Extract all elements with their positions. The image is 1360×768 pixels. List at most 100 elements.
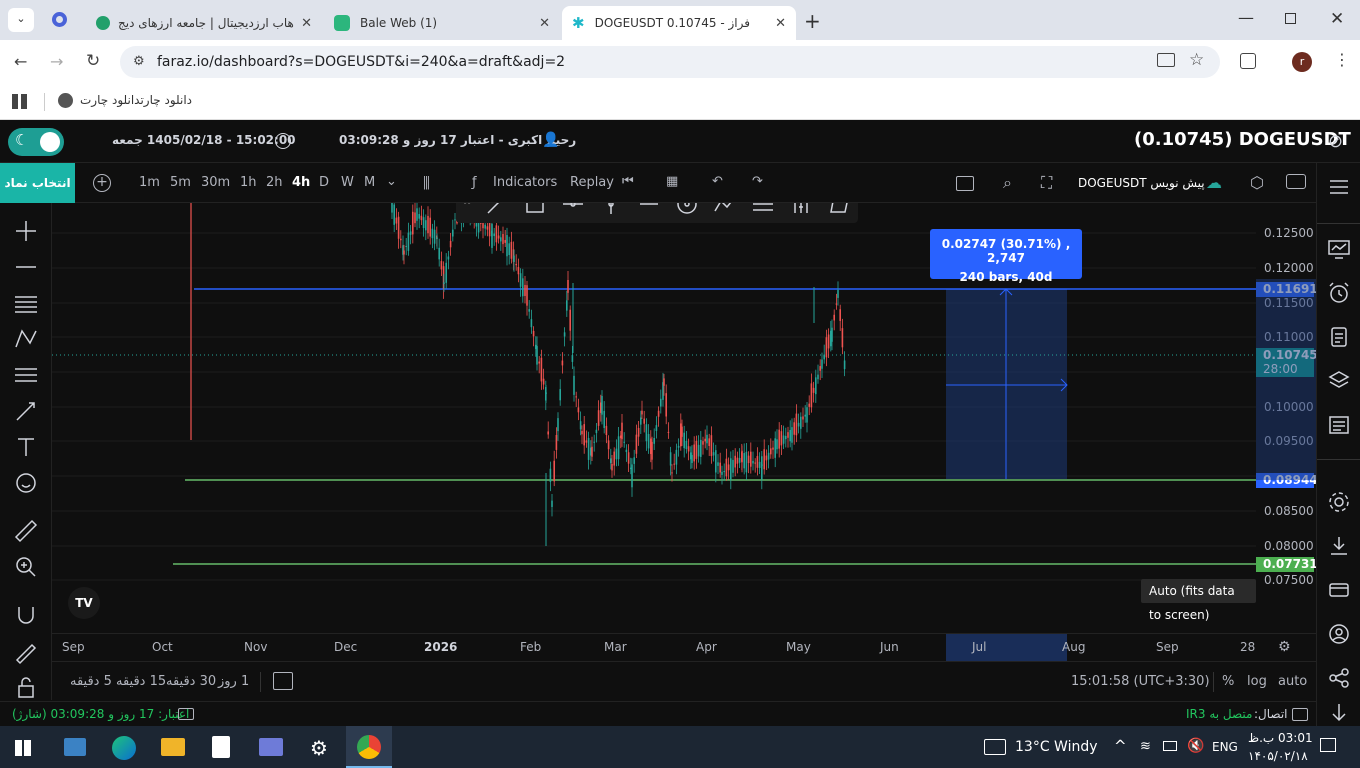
text-icon[interactable] bbox=[12, 433, 40, 461]
ruler-icon[interactable] bbox=[12, 517, 40, 545]
news-widget-icon[interactable] bbox=[984, 739, 1006, 755]
polygon-tool-icon[interactable] bbox=[828, 203, 850, 215]
trendline-icon[interactable] bbox=[12, 253, 40, 281]
candles-icon[interactable]: ⫼ bbox=[423, 174, 430, 192]
date-range-icon[interactable] bbox=[273, 672, 293, 690]
close-icon[interactable]: ✕ bbox=[301, 16, 312, 31]
interval-1h[interactable]: 1h bbox=[240, 175, 257, 190]
volume-muted-icon[interactable]: 🔇 bbox=[1187, 738, 1204, 754]
interval-5m[interactable]: 5m bbox=[170, 175, 191, 190]
chevron-down-icon[interactable]: ⌄ bbox=[386, 174, 397, 189]
replay-icon[interactable]: ⏮ bbox=[622, 174, 634, 189]
bookmark-link[interactable]: دانلود چارتدانلود چارت bbox=[80, 93, 192, 107]
brush-icon[interactable] bbox=[12, 397, 40, 425]
share-icon[interactable] bbox=[1327, 666, 1351, 690]
price-axis[interactable]: 0.12500 0.12000 0.11500 0.11000 0.10000 … bbox=[1256, 203, 1318, 633]
tradingview-logo[interactable]: TV bbox=[68, 587, 100, 619]
draft-label[interactable]: DOGEUSDT پیش نویس bbox=[1078, 176, 1205, 190]
interval-w[interactable]: W bbox=[341, 175, 354, 190]
pencil-lock-icon[interactable] bbox=[12, 637, 40, 665]
back-icon[interactable]: ← bbox=[14, 52, 27, 71]
restore-icon[interactable] bbox=[1285, 13, 1296, 24]
select-symbol-button[interactable]: انتخاب نماد bbox=[0, 163, 75, 203]
battery-icon[interactable] bbox=[1163, 741, 1177, 751]
network-admin-icon[interactable] bbox=[259, 738, 283, 756]
pattern-icon[interactable] bbox=[12, 325, 40, 353]
hline-tool-icon[interactable] bbox=[562, 203, 584, 215]
axis-settings-icon[interactable]: ⚙ bbox=[1278, 639, 1291, 655]
arrow-down-icon[interactable] bbox=[1327, 700, 1351, 724]
interval-30m[interactable]: 30m bbox=[201, 175, 230, 190]
chevron-up-icon[interactable]: ^ bbox=[1114, 737, 1127, 755]
theme-toggle[interactable]: ☾ bbox=[8, 128, 64, 156]
camera-icon[interactable] bbox=[1286, 174, 1306, 189]
auto-toggle[interactable]: auto bbox=[1278, 674, 1307, 689]
indicators-button[interactable]: Indicators bbox=[493, 175, 557, 190]
apps-grid-icon[interactable] bbox=[12, 94, 27, 109]
wifi-icon[interactable]: ≋ bbox=[1140, 739, 1151, 754]
line-tool-icon[interactable] bbox=[486, 203, 508, 215]
channel-icon[interactable] bbox=[12, 361, 40, 389]
file-explorer-icon[interactable] bbox=[161, 738, 185, 756]
interval-d[interactable]: D bbox=[319, 175, 329, 190]
range-5min[interactable]: 5 دقیقه bbox=[70, 674, 112, 689]
rect-tool-icon[interactable] bbox=[524, 203, 546, 215]
vline-tool-icon[interactable] bbox=[600, 203, 622, 215]
notes-icon[interactable] bbox=[1327, 325, 1351, 349]
layers-icon[interactable] bbox=[1327, 369, 1351, 393]
parallel-tool-icon[interactable] bbox=[752, 203, 774, 215]
interval-4h-active[interactable]: 4h bbox=[292, 175, 310, 190]
site-info-icon[interactable]: ⚙ bbox=[133, 46, 145, 78]
hamburger-menu-icon[interactable] bbox=[1327, 175, 1351, 199]
replay-button[interactable]: Replay bbox=[570, 175, 614, 190]
fullscreen-icon[interactable]: ⛶ bbox=[1041, 173, 1052, 193]
weather-text[interactable]: 13°C Windy bbox=[1015, 739, 1098, 755]
edge-icon[interactable] bbox=[112, 736, 136, 760]
percent-toggle[interactable]: % bbox=[1222, 674, 1234, 689]
install-app-icon[interactable] bbox=[1157, 53, 1175, 67]
redo-icon[interactable]: ↷ bbox=[752, 174, 763, 189]
add-symbol-icon[interactable]: + bbox=[93, 174, 111, 192]
forward-icon[interactable]: → bbox=[50, 52, 63, 71]
card-icon[interactable] bbox=[1327, 578, 1351, 602]
log-toggle[interactable]: log bbox=[1247, 674, 1267, 689]
range-30min[interactable]: 30 دقیقه bbox=[166, 674, 216, 689]
chrome-taskbar-button[interactable] bbox=[346, 726, 392, 768]
notepad-icon[interactable] bbox=[212, 736, 230, 758]
control-panel-icon[interactable] bbox=[64, 738, 86, 756]
range-1day[interactable]: 1 روز bbox=[218, 674, 249, 689]
windows-start-icon[interactable] bbox=[15, 740, 31, 756]
server-icon[interactable] bbox=[1292, 708, 1308, 721]
user-icon[interactable]: 👤 bbox=[542, 132, 559, 148]
tab-search-button[interactable]: ⌄ bbox=[8, 8, 34, 32]
fx-icon[interactable]: ƒ bbox=[472, 175, 477, 190]
new-tab-button[interactable]: + bbox=[804, 9, 821, 33]
download-icon[interactable] bbox=[1327, 534, 1351, 558]
emoji-icon[interactable] bbox=[12, 469, 40, 497]
monitor-chart-icon[interactable] bbox=[1327, 237, 1351, 261]
close-icon[interactable]: ✕ bbox=[1330, 9, 1344, 29]
rectangle-icon[interactable] bbox=[956, 176, 974, 191]
notifications-icon[interactable] bbox=[1320, 738, 1336, 752]
interval-1m[interactable]: 1m bbox=[139, 175, 160, 190]
news-icon[interactable] bbox=[1327, 413, 1351, 437]
reload-icon[interactable]: ↻ bbox=[86, 51, 100, 71]
taskbar-date[interactable]: ۱۴۰۵/۰۲/۱۸ bbox=[1248, 749, 1308, 763]
interval-2h[interactable]: 2h bbox=[266, 175, 283, 190]
account-icon[interactable] bbox=[1327, 622, 1351, 646]
zoom-in-icon[interactable] bbox=[12, 553, 40, 581]
drag-handle-icon[interactable]: ⠿ bbox=[462, 203, 472, 209]
tab-faraz[interactable]: ✱ DOGEUSDT 0.10745 - فراز ✕ bbox=[562, 6, 796, 40]
eye-slash-icon[interactable]: ⊘ bbox=[1328, 131, 1343, 152]
interval-m[interactable]: M bbox=[364, 175, 375, 190]
tab-favicon[interactable] bbox=[52, 12, 67, 27]
chart-canvas[interactable]: ⠿ 0.02747 (30.71%) , 2,747 240 bars, 40d… bbox=[52, 203, 1256, 633]
language-indicator[interactable]: ENG bbox=[1212, 740, 1238, 754]
search-zoom-icon[interactable]: ⌕ bbox=[1003, 173, 1012, 193]
extensions-icon[interactable] bbox=[1240, 53, 1256, 69]
bookmark-star-icon[interactable]: ☆ bbox=[1189, 50, 1204, 70]
layout-icon[interactable]: ▦ bbox=[666, 174, 678, 189]
range-15min[interactable]: 15 دقیقه bbox=[116, 674, 166, 689]
wallet-icon[interactable] bbox=[178, 708, 194, 720]
cloud-icon[interactable]: ☁ bbox=[1206, 173, 1222, 192]
